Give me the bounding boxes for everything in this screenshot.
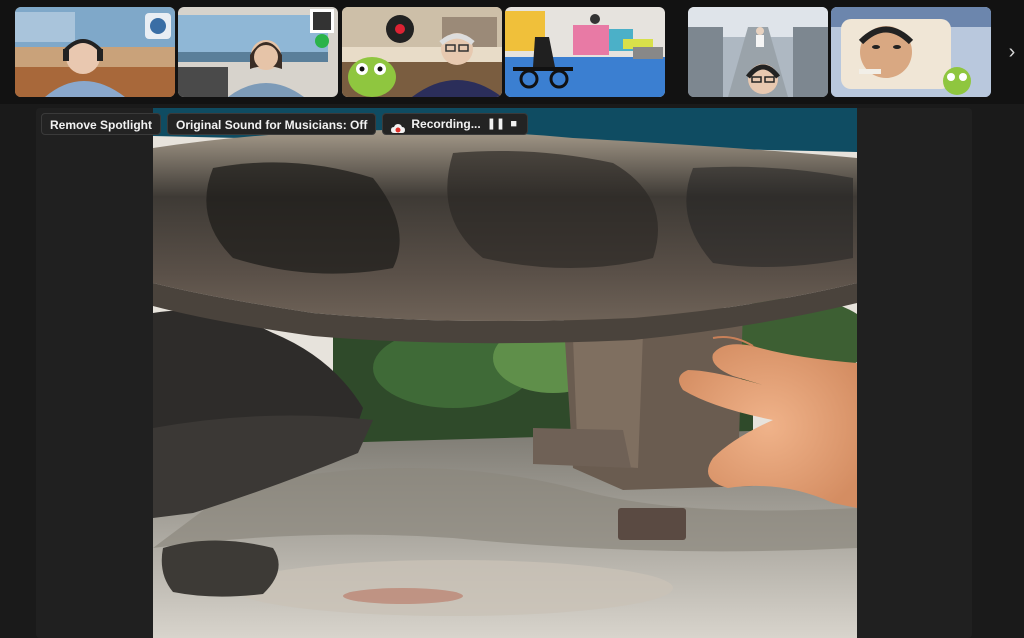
recording-cloud-icon	[391, 119, 406, 133]
original-sound-button[interactable]: Original Sound for Musicians: Off	[167, 113, 377, 135]
participant-video-1	[15, 7, 175, 97]
participant-video-4	[505, 7, 665, 97]
recording-label: Recording...	[411, 117, 481, 131]
participant-video-5	[688, 7, 828, 97]
participant-tile-4[interactable]	[505, 7, 665, 97]
recording-indicator: Recording... ❚❚ ■	[382, 113, 528, 135]
participant-video-6	[831, 7, 991, 97]
remove-spotlight-button[interactable]: Remove Spotlight	[41, 113, 162, 135]
participant-video-3	[342, 7, 502, 97]
participant-strip: ›	[0, 0, 1024, 104]
participant-tile-5[interactable]	[688, 7, 828, 97]
participant-video-2	[178, 7, 338, 97]
participant-tile-1[interactable]	[15, 7, 175, 97]
participant-tile-3[interactable]	[342, 7, 502, 97]
pause-icon[interactable]: ❚❚	[487, 113, 505, 135]
rock-formation-scene	[153, 108, 857, 638]
stop-icon[interactable]: ■	[507, 113, 521, 135]
chevron-right-icon[interactable]: ›	[1000, 38, 1024, 66]
meeting-toolbar: Remove Spotlight Original Sound for Musi…	[41, 113, 528, 135]
participant-tile-2[interactable]	[178, 7, 338, 97]
shared-video	[153, 108, 857, 638]
participant-tile-6[interactable]	[831, 7, 991, 97]
